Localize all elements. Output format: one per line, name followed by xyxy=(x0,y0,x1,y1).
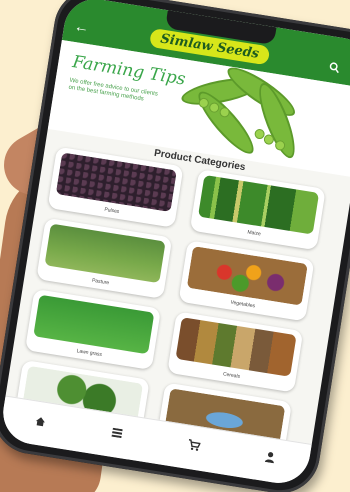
list-icon[interactable] xyxy=(101,419,134,447)
pea-pods-image xyxy=(162,60,333,167)
category-card-lawn-grass[interactable]: Lawn grass xyxy=(24,288,162,371)
phone: ← Simlaw Seeds ⋮ Farming Tips We offer f… xyxy=(0,0,350,492)
back-arrow-icon[interactable]: ← xyxy=(73,18,95,38)
product-photo-background: ← Simlaw Seeds ⋮ Farming Tips We offer f… xyxy=(0,0,350,492)
home-icon[interactable] xyxy=(24,407,57,435)
more-vertical-icon[interactable]: ⋮ xyxy=(342,61,350,80)
category-card-vegetables[interactable]: Vegetables xyxy=(178,240,315,322)
category-card-pasture[interactable]: Pasture xyxy=(36,217,173,299)
category-card-cereals[interactable]: Cereals xyxy=(167,311,304,393)
cart-icon[interactable] xyxy=(177,431,210,459)
person-icon[interactable] xyxy=(254,443,287,471)
